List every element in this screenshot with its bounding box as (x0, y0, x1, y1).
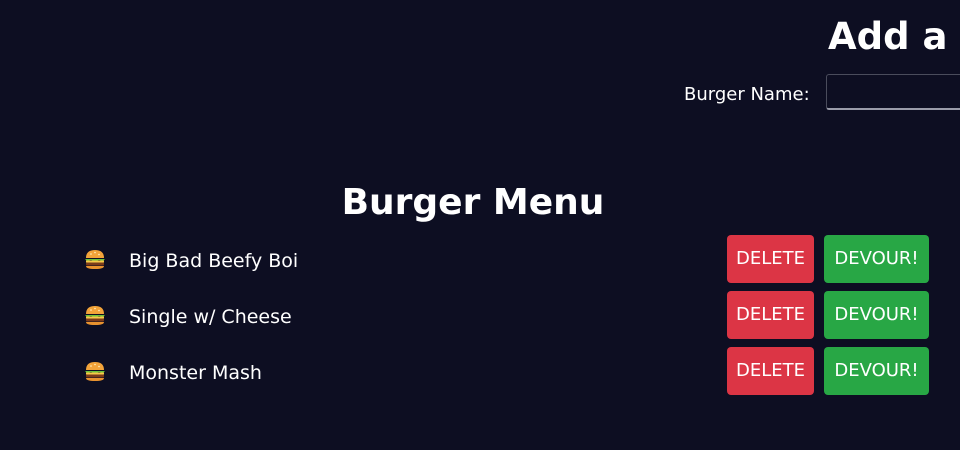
hamburger-icon (83, 303, 107, 327)
burger-app-page: Add a Burger Burger Name: Burger Menu Bi… (0, 0, 960, 450)
delete-button[interactable]: DELETE (727, 347, 814, 395)
burger-name: Single w/ Cheese (129, 306, 292, 328)
add-burger-heading: Add a Burger (828, 15, 960, 58)
devour-button[interactable]: DEVOUR! (824, 291, 929, 339)
delete-button[interactable]: DELETE (727, 235, 814, 283)
burger-name: Monster Mash (129, 362, 262, 384)
hamburger-icon (83, 247, 107, 271)
burger-name-label: Burger Name: (684, 84, 810, 105)
list-item: Big Bad Beefy Boi DELETE DEVOUR! (0, 235, 960, 291)
burger-list: Big Bad Beefy Boi DELETE DEVOUR! Single … (0, 235, 960, 403)
devour-button[interactable]: DEVOUR! (824, 235, 929, 283)
hamburger-icon (83, 359, 107, 383)
delete-button[interactable]: DELETE (727, 291, 814, 339)
burger-menu-title: Burger Menu (341, 182, 605, 223)
burger-name: Big Bad Beefy Boi (129, 250, 299, 272)
list-item: Monster Mash DELETE DEVOUR! (0, 347, 960, 403)
list-item: Single w/ Cheese DELETE DEVOUR! (0, 291, 960, 347)
devour-button[interactable]: DEVOUR! (824, 347, 929, 395)
burger-name-input[interactable] (826, 74, 960, 110)
